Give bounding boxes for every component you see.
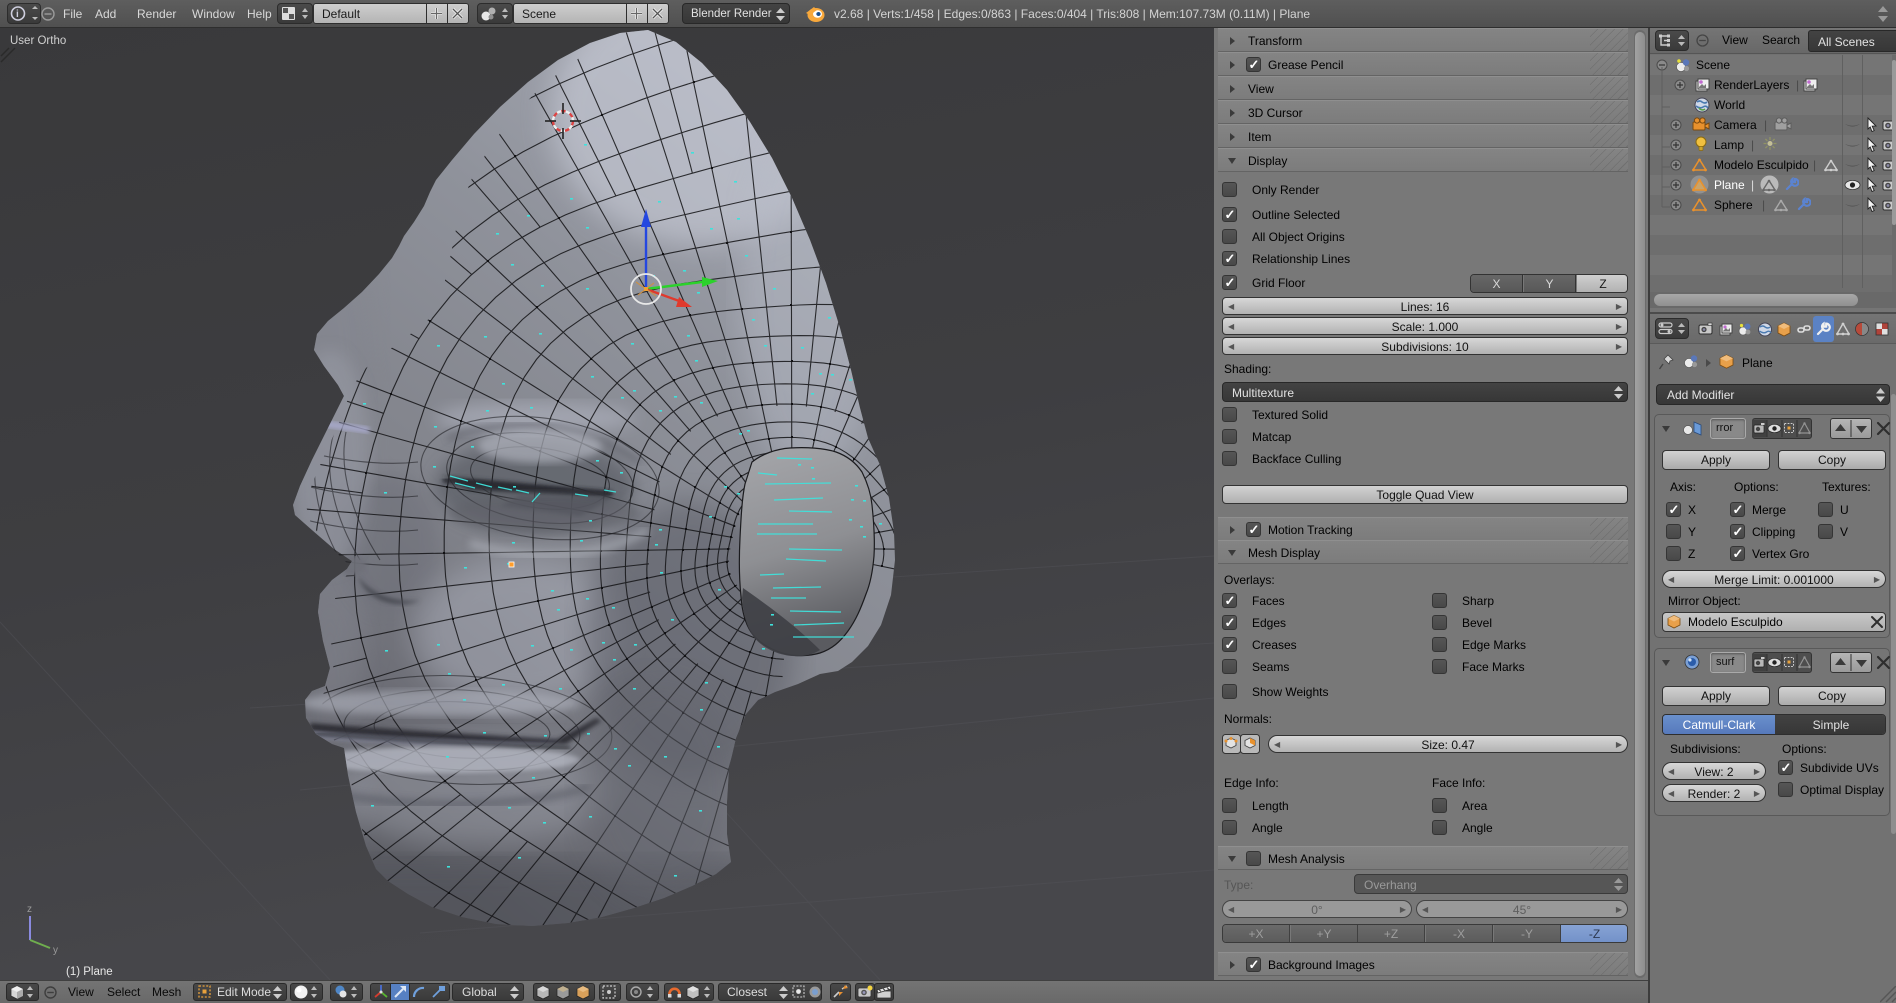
svg-text:User Ortho: User Ortho [10,35,66,47]
svg-text:(1) Plane: (1) Plane [66,966,113,978]
svg-text:y: y [53,945,58,956]
svg-text:i: i [16,9,19,20]
svg-text:z: z [27,904,32,915]
